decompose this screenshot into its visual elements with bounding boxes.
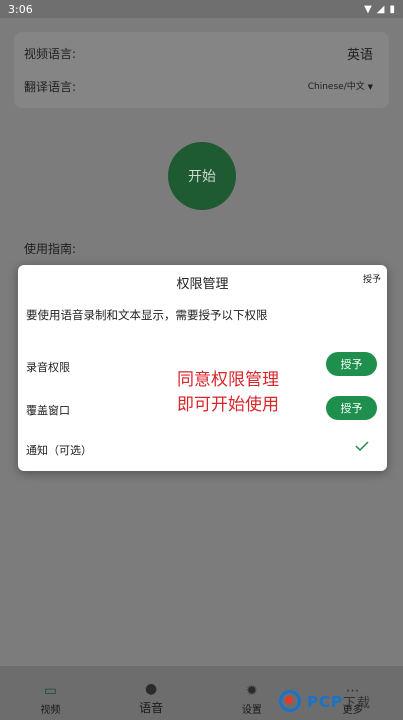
wifi-icon: ▼	[364, 3, 372, 15]
promo-line-2: 即可开始使用	[177, 395, 279, 415]
status-bar: 3:06 ▼ ◢ ▮	[0, 0, 403, 18]
battery-icon: ▮	[389, 3, 395, 15]
dialog-grant-all-button[interactable]: 授予	[363, 272, 381, 285]
check-icon	[355, 441, 369, 451]
watermark-brand: PCP	[307, 692, 343, 711]
video-language-label: 视频语言:	[24, 47, 77, 61]
grant-record-button[interactable]: 授予	[326, 352, 377, 376]
status-icons: ▼ ◢ ▮	[364, 4, 395, 15]
start-button[interactable]: 开始	[168, 142, 236, 210]
nav-label-video: 视频	[40, 705, 61, 716]
nav-item-voice[interactable]: ● 语音	[111, 681, 191, 716]
status-time: 3:06	[8, 2, 33, 16]
dialog-title: 权限管理	[176, 277, 229, 292]
nav-label-voice: 语音	[139, 701, 164, 715]
language-card: 视频语言: 英语 翻译语言: Chinese/中文 ▼	[14, 32, 389, 108]
watermark: PCP下载	[279, 684, 403, 718]
watermark-suffix: 下载	[343, 695, 372, 711]
watermark-text: PCP下载	[307, 692, 371, 711]
dropdown-icon: ▼	[367, 83, 373, 91]
dialog-description: 要使用语音录制和文本显示，需要授予以下权限	[26, 308, 268, 322]
translate-language-select[interactable]: Chinese/中文 ▼	[308, 79, 373, 92]
promo-overlay-text: 同意权限管理 即可开始使用	[168, 368, 288, 418]
nav-label-settings: 设置	[241, 705, 262, 716]
voice-icon: ●	[145, 681, 158, 697]
watermark-logo-icon	[279, 690, 301, 712]
gear-icon: ✹	[246, 683, 258, 699]
signal-icon: ◢	[376, 3, 385, 15]
grant-overlay-button[interactable]: 授予	[326, 396, 377, 420]
video-language-select[interactable]: 英语	[347, 44, 373, 63]
promo-line-1: 同意权限管理	[177, 370, 279, 390]
cast-icon: ▭	[43, 683, 57, 699]
translate-language-value: Chinese/中文	[307, 82, 365, 92]
permission-label-notification: 通知（可选）	[26, 444, 92, 457]
permission-dialog: 权限管理 授予 要使用语音录制和文本显示，需要授予以下权限 录音权限 授予 覆盖…	[18, 265, 387, 471]
translate-language-label: 翻译语言:	[24, 80, 77, 94]
permission-label-overlay: 覆盖窗口	[26, 404, 70, 417]
permission-label-record: 录音权限	[26, 361, 70, 374]
guide-label: 使用指南:	[24, 242, 77, 256]
nav-item-video[interactable]: ▭ 视频	[10, 683, 90, 716]
